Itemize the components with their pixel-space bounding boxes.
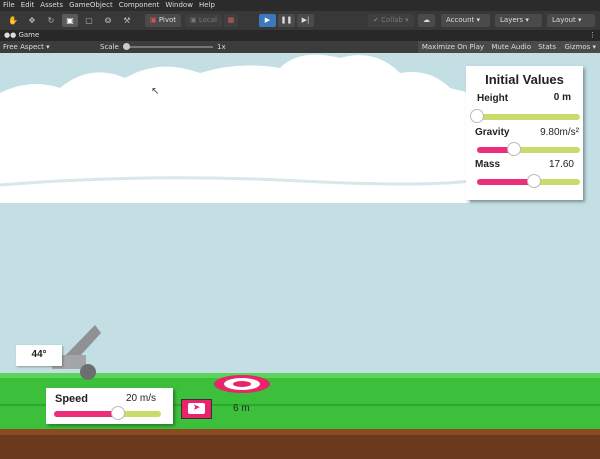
- menu-edit[interactable]: Edit: [18, 0, 38, 11]
- collab-check-icon: ✔: [373, 16, 379, 24]
- custom-tool-icon[interactable]: ⚒: [119, 14, 135, 27]
- mass-slider-fill: [477, 179, 534, 185]
- step-button[interactable]: ▶|: [297, 14, 314, 27]
- menu-bar: File Edit Assets GameObject Component Window H…: [0, 0, 600, 11]
- cloud-icon: ☁: [423, 16, 430, 24]
- account-dropdown[interactable]: Account: [441, 14, 490, 27]
- fire-icon: ➤: [188, 403, 205, 414]
- stats-toggle[interactable]: Stats: [534, 41, 560, 53]
- game-view-bar: Free Aspect Scale 1x Maximize On Play Mu…: [0, 41, 600, 53]
- initial-values-panel: Initial Values Height 0 m Gravity 9.80m/…: [466, 66, 583, 200]
- play-icon: ▶: [264, 16, 271, 24]
- pivot-toggle[interactable]: ▣ Pivot: [145, 14, 182, 27]
- local-icon: ▣: [190, 16, 197, 24]
- target-distance: 6 m: [233, 403, 250, 414]
- cannon-angle-value: 44°: [31, 349, 47, 360]
- mass-slider[interactable]: [477, 174, 580, 188]
- aspect-dropdown[interactable]: Free Aspect: [3, 41, 94, 53]
- speed-slider-fill: [54, 411, 119, 417]
- game-controller-icon: ●●: [4, 31, 17, 39]
- menu-help[interactable]: Help: [196, 0, 218, 11]
- grid-icon: ▦: [227, 16, 235, 24]
- mass-slider-knob[interactable]: [526, 174, 541, 188]
- tab-options-icon[interactable]: ⋮: [589, 30, 596, 41]
- mass-label: Mass: [475, 159, 501, 170]
- rotate-tool-icon[interactable]: ↻: [43, 14, 59, 27]
- speed-slider-knob[interactable]: [111, 406, 126, 420]
- gravity-label: Gravity: [475, 127, 510, 138]
- scale-tool-icon[interactable]: ▣: [62, 14, 78, 27]
- height-slider[interactable]: [470, 109, 580, 123]
- menu-assets[interactable]: Assets: [37, 0, 66, 11]
- gizmos-dropdown[interactable]: Gizmos: [560, 41, 600, 53]
- hand-tool-icon[interactable]: ✋: [5, 14, 21, 27]
- transform-tool-icon[interactable]: ⭗: [100, 14, 116, 27]
- play-button[interactable]: ▶: [259, 14, 276, 27]
- menu-gameobject[interactable]: GameObject: [66, 0, 116, 11]
- scale-value: 1x: [217, 43, 226, 51]
- menu-component[interactable]: Component: [116, 0, 163, 11]
- gravity-value: 9.80m/s²: [540, 127, 579, 138]
- maximize-on-play-toggle[interactable]: Maximize On Play: [417, 41, 488, 53]
- local-toggle[interactable]: ▣ Local: [185, 14, 223, 27]
- cannon-angle-box: 44°: [16, 345, 62, 366]
- cloud-button[interactable]: ☁: [418, 14, 435, 27]
- gravity-slider-knob[interactable]: [507, 142, 522, 156]
- scale-label: Scale: [100, 43, 119, 51]
- pivot-icon: ▣: [150, 16, 157, 24]
- game-tab-strip: ●● Game ⋮: [0, 30, 600, 41]
- mouse-cursor-icon: ↖: [151, 86, 160, 97]
- rect-tool-icon[interactable]: ▢: [81, 14, 97, 27]
- pause-icon: ❚❚: [280, 16, 293, 24]
- height-slider-knob[interactable]: [470, 109, 484, 123]
- layers-dropdown[interactable]: Layers: [495, 14, 542, 27]
- mass-value: 17.60: [548, 159, 574, 170]
- collab-dropdown[interactable]: ✔ Collab: [368, 14, 414, 27]
- speed-slider[interactable]: [54, 406, 161, 420]
- menu-window[interactable]: Window: [162, 0, 196, 11]
- speed-value: 20 m/s: [125, 393, 156, 404]
- game-scene: Initial Values Height 0 m Gravity 9.80m/…: [0, 53, 600, 459]
- scale-slider-knob[interactable]: [123, 43, 130, 50]
- speed-panel: Speed 20 m/s: [46, 388, 173, 424]
- toolbar: ✋ ✥ ↻ ▣ ▢ ⭗ ⚒ ▣ Pivot ▣ Local ▦ ▶ ❚❚ ▶| ✔ Coll…: [0, 11, 600, 30]
- panel-title: Initial Values: [485, 72, 564, 87]
- scale-slider[interactable]: [123, 43, 213, 50]
- fire-button[interactable]: ➤: [181, 399, 212, 419]
- gravity-slider[interactable]: [477, 142, 580, 156]
- mute-audio-toggle[interactable]: Mute Audio: [487, 41, 535, 53]
- game-tab[interactable]: ●● Game: [4, 30, 39, 41]
- layout-dropdown[interactable]: Layout: [547, 14, 595, 27]
- step-icon: ▶|: [301, 16, 310, 24]
- grid-snap-button[interactable]: ▦: [224, 14, 238, 27]
- menu-file[interactable]: File: [0, 0, 18, 11]
- speed-label: Speed: [55, 393, 89, 405]
- height-value: 0 m: [553, 92, 571, 103]
- height-label: Height: [477, 93, 509, 104]
- move-tool-icon[interactable]: ✥: [24, 14, 40, 27]
- pause-button[interactable]: ❚❚: [278, 14, 295, 27]
- target: [214, 375, 270, 393]
